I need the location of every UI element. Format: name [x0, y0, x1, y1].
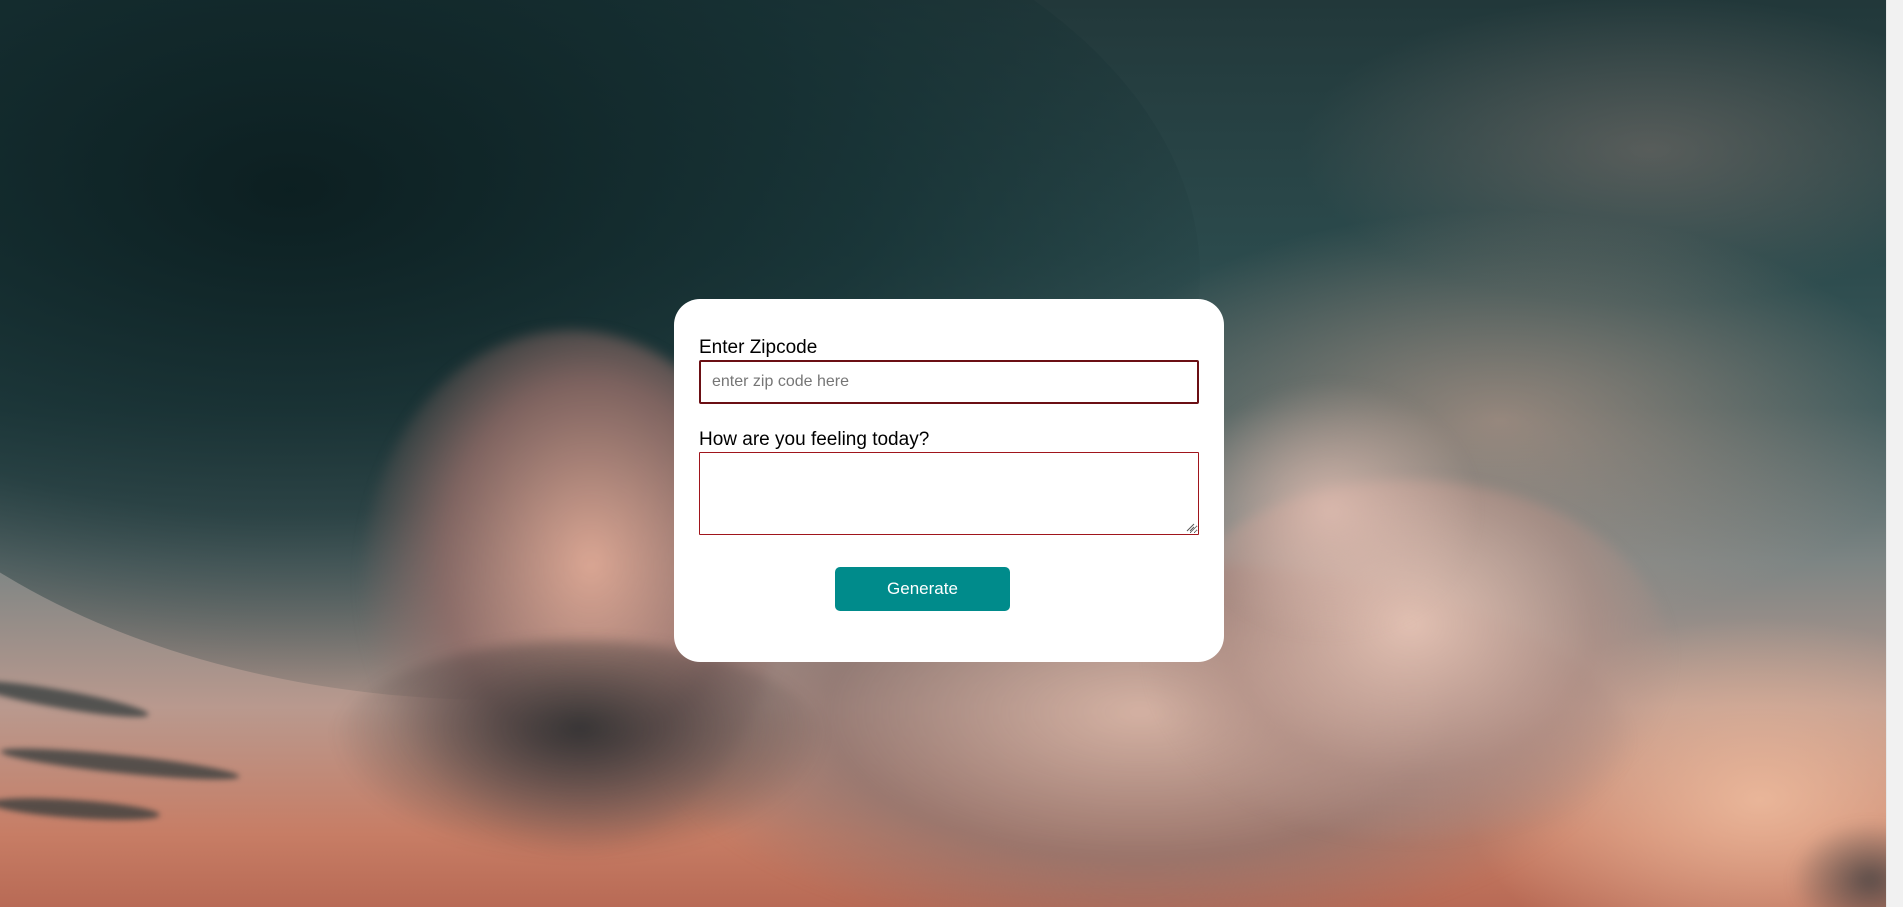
cloud: [330, 640, 830, 860]
page-background: Enter Zipcode How are you feeling today?…: [0, 0, 1903, 907]
zipcode-input[interactable]: [699, 360, 1199, 404]
generate-button[interactable]: Generate: [835, 567, 1010, 611]
zipcode-label: Enter Zipcode: [699, 337, 818, 358]
feeling-label: How are you feeling today?: [699, 429, 930, 450]
cloud: [1180, 380, 1480, 640]
vertical-scrollbar[interactable]: [1886, 0, 1903, 907]
feeling-textarea[interactable]: [699, 452, 1199, 535]
mood-form-card: Enter Zipcode How are you feeling today?…: [674, 299, 1224, 662]
